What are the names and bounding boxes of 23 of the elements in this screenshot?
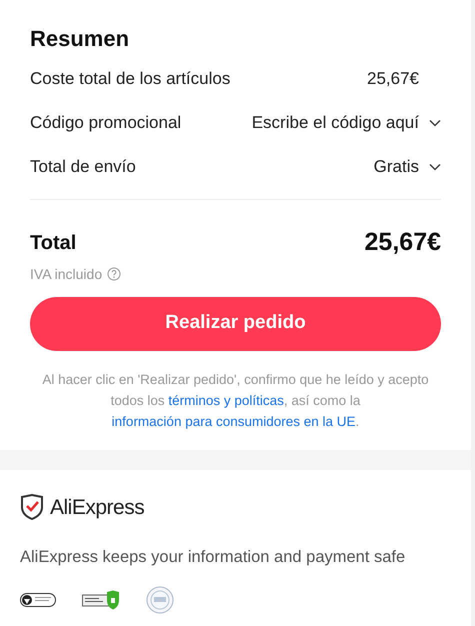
brand-logo: AliExpress [50,494,144,520]
summary-title: Resumen [30,25,130,53]
place-order-button[interactable]: Realizar pedido [30,296,441,350]
vat-note: IVA incluido [30,264,102,284]
certification-badge-icon [20,592,56,607]
legal-notice: Al hacer clic en 'Realizar pedido', confirmo que he leído y acepto todos los términos y políticas, así como la información para consumidores en la UE. [41,370,430,431]
row-value[interactable]: Escribe el código aquí [252,110,419,136]
row-value[interactable]: Gratis [374,154,419,180]
help-icon[interactable] [107,267,122,281]
total-price: 25,67€ [364,227,441,258]
chevron-down-icon[interactable] [429,163,441,171]
ssl-badge-icon [82,590,120,610]
row-label: Código promocional [30,112,182,134]
security-message: AliExpress keeps your information and payment safe [20,547,406,568]
legal-link[interactable]: términos y políticas [168,392,284,408]
row-value: 25,67€ [367,68,419,90]
chevron-down-icon[interactable] [429,119,441,127]
legal-link[interactable]: información para consumidores en la UE [112,414,356,428]
row-label: Coste total de los artículos [30,68,230,90]
total-label: Total [30,230,76,256]
iso-seal-icon [146,586,174,614]
row-label: Total de envío [30,156,136,178]
shield-check-icon [20,494,44,520]
